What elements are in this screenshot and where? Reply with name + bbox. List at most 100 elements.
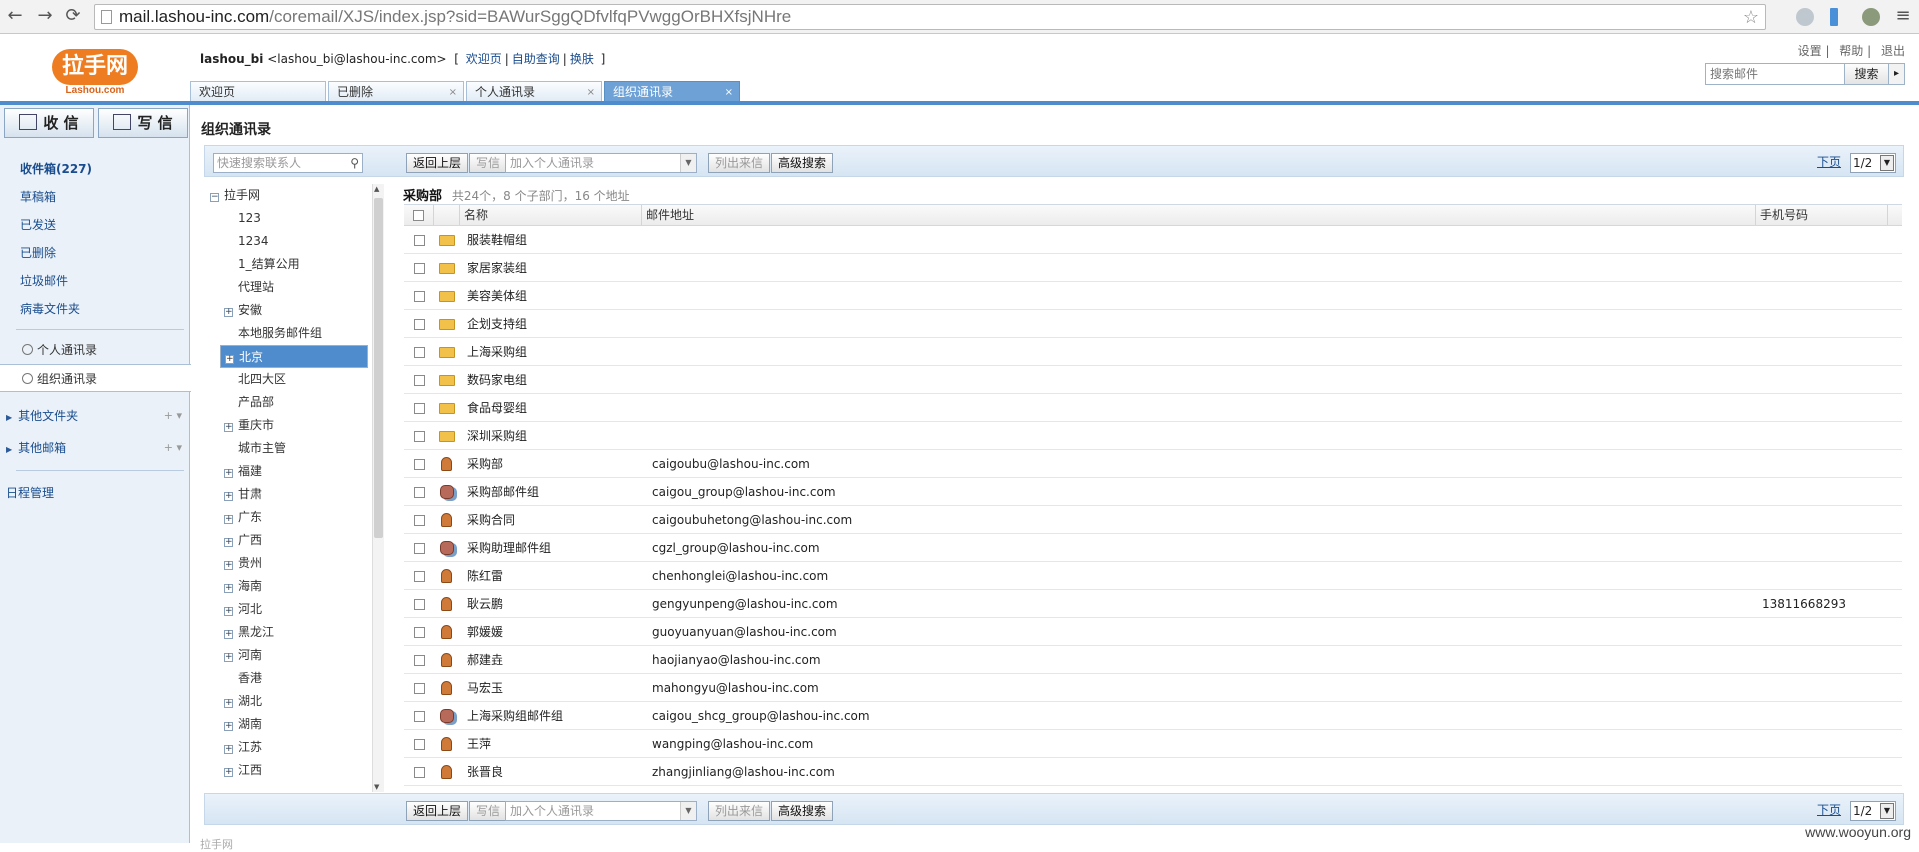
table-row[interactable]: 采购合同 caigoubuhetong@lashou-inc.com [404,506,1902,534]
tree-node[interactable]: + 河北 [204,598,380,621]
table-row[interactable]: 企划支持组 [404,310,1902,338]
mail-column-header[interactable]: 邮件地址 [642,205,1756,225]
tree-node[interactable]: + 黑龙江 [204,621,380,644]
expand-icon[interactable]: + [224,768,233,777]
tree-node[interactable]: + 福建 [204,460,380,483]
tree-node[interactable]: 香港 [204,667,380,690]
row-checkbox[interactable] [413,655,425,666]
search-button[interactable]: 搜索 [1845,63,1889,85]
menu-icon[interactable]: ≡ [1892,5,1914,27]
row-checkbox[interactable] [413,543,425,554]
tree-node[interactable]: + 北京 [220,345,368,368]
contact-email[interactable]: caigou_group@lashou-inc.com [642,478,1756,505]
tree-node[interactable]: 城市主管 [204,437,380,460]
row-checkbox[interactable] [413,487,425,498]
contact-email[interactable] [642,394,1756,421]
table-row[interactable]: 采购助理邮件组 cgzl_group@lashou-inc.com [404,534,1902,562]
write-button[interactable]: 写信 [469,153,508,173]
sidebar-item-other-mailbox[interactable]: ▶ 其他邮箱 + ▾ [0,432,190,464]
advanced-search-button[interactable]: 高级搜索 [771,801,834,821]
tree-node[interactable]: + 广东 [204,506,380,529]
expand-icon[interactable]: + [224,561,233,570]
tree-node[interactable]: + 江苏 [204,736,380,759]
contact-name[interactable]: 采购部 [460,450,642,477]
tree-node[interactable]: + 江西 [204,759,380,782]
expand-icon[interactable]: + [224,515,233,524]
contact-email[interactable]: mahongyu@lashou-inc.com [642,674,1756,701]
contact-email[interactable]: cgzl_group@lashou-inc.com [642,534,1756,561]
add-personal-select[interactable]: 加入个人通讯录 ▼ [505,153,697,173]
row-checkbox[interactable] [413,375,425,386]
phone-column-header[interactable]: 手机号码 [1756,205,1888,225]
reload-icon[interactable]: ⟳ [62,5,84,27]
tree-node[interactable]: 123 [204,207,380,230]
table-row[interactable]: 数码家电组 [404,366,1902,394]
sidebar-item-spam[interactable]: 垃圾邮件 [0,267,190,295]
tree-node[interactable]: 1_结算公用 [204,253,380,276]
compose-button[interactable]: 写 信 [98,108,188,138]
contact-email[interactable]: wangping@lashou-inc.com [642,730,1756,757]
close-icon[interactable]: × [725,82,733,103]
row-checkbox[interactable] [413,515,425,526]
table-row[interactable]: 耿云鹏 gengyunpeng@lashou-inc.com 13811668293 [404,590,1902,618]
table-row[interactable]: 深圳采购组 [404,422,1902,450]
advanced-search-button[interactable]: 高级搜索 [771,153,834,173]
tree-node[interactable]: + 甘肃 [204,483,380,506]
quick-search-input[interactable]: 快速搜索联系人 ⚲ [213,153,363,173]
tab-personal-contacts[interactable]: 个人通讯录 × [466,81,602,103]
table-row[interactable]: 郝建垚 haojianyao@lashou-inc.com [404,646,1902,674]
table-row[interactable]: 家居家装组 [404,254,1902,282]
select-all-checkbox[interactable] [413,210,424,221]
self-query-link[interactable]: 自助查询 [512,52,560,66]
table-row[interactable]: 上海采购组邮件组 caigou_shcg_group@lashou-inc.com [404,702,1902,730]
bookmark-star-icon[interactable]: ☆ [1743,5,1759,29]
tree-node[interactable]: + 河南 [204,644,380,667]
row-checkbox[interactable] [413,347,425,358]
skin-link[interactable]: 换肤 [570,52,594,66]
row-checkbox[interactable] [413,683,425,694]
forward-arrow-icon[interactable]: → [34,5,56,27]
logout-link[interactable]: 退出 [1881,44,1905,58]
contact-email[interactable] [642,338,1756,365]
help-link[interactable]: 帮助 [1839,44,1863,58]
scroll-down-icon[interactable]: ▼ [374,783,379,791]
contact-name[interactable]: 深圳采购组 [460,422,642,449]
tree-node[interactable]: + 海南 [204,575,380,598]
contact-email[interactable]: caigou_shcg_group@lashou-inc.com [642,702,1756,729]
table-row[interactable]: 陈红雷 chenhonglei@lashou-inc.com [404,562,1902,590]
tree-node[interactable]: 代理站 [204,276,380,299]
row-checkbox[interactable] [413,571,425,582]
page-select[interactable]: 1/2 ▼ [1850,153,1896,173]
settings-link[interactable]: 设置 [1798,44,1822,58]
expand-icon[interactable]: + [224,308,233,317]
back-up-button[interactable]: 返回上层 [406,153,469,173]
sidebar-item-drafts[interactable]: 草稿箱 [0,183,190,211]
tree-node[interactable]: 产品部 [204,391,380,414]
expand-icon[interactable]: + [224,423,233,432]
table-row[interactable]: 马宏玉 mahongyu@lashou-inc.com [404,674,1902,702]
row-checkbox[interactable] [413,711,425,722]
contact-email[interactable]: gengyunpeng@lashou-inc.com [642,590,1756,617]
row-checkbox[interactable] [413,319,425,330]
contact-email[interactable] [642,282,1756,309]
expand-icon[interactable]: + [224,722,233,731]
contact-name[interactable]: 王萍 [460,730,642,757]
contact-name[interactable]: 服装鞋帽组 [460,226,642,253]
close-icon[interactable]: × [449,82,457,103]
contact-name[interactable]: 张晋良 [460,758,642,785]
name-column-header[interactable]: 名称 [460,205,642,225]
tab-deleted[interactable]: 已删除 × [328,81,464,103]
tree-node[interactable]: + 安徽 [204,299,380,322]
sidebar-item-sent[interactable]: 已发送 [0,211,190,239]
table-row[interactable]: 郭媛媛 guoyuanyuan@lashou-inc.com [404,618,1902,646]
sidebar-item-other-folders[interactable]: ▶ 其他文件夹 + ▾ [0,400,190,432]
address-bar[interactable]: mail.lashou-inc.com/coremail/XJS/index.j… [94,4,1766,30]
expand-icon[interactable]: + [224,538,233,547]
row-checkbox[interactable] [413,767,425,778]
expand-icon[interactable]: + [224,653,233,662]
write-button[interactable]: 写信 [469,801,508,821]
sidebar-item-schedule[interactable]: 日程管理 [0,477,190,509]
contact-name[interactable]: 企划支持组 [460,310,642,337]
contact-name[interactable]: 食品母婴组 [460,394,642,421]
contact-name[interactable]: 采购合同 [460,506,642,533]
